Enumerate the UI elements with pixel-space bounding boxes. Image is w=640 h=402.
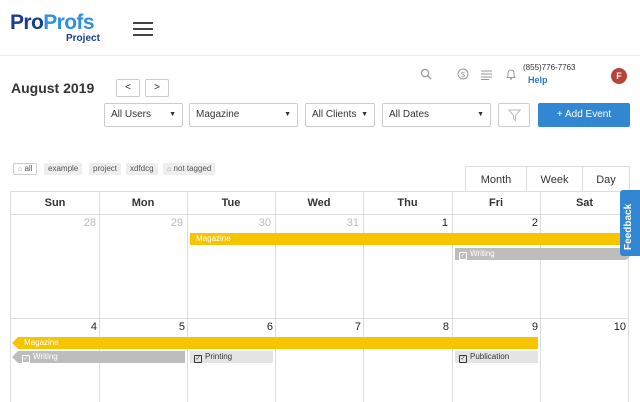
checkbox-icon: ✓ <box>459 252 467 260</box>
bell-icon[interactable] <box>506 68 516 83</box>
day-number[interactable]: 6 <box>187 321 273 333</box>
grid-line <box>540 191 541 402</box>
tag-all[interactable]: ⌂ all <box>13 163 38 175</box>
day-number[interactable]: 4 <box>11 321 97 333</box>
grid-line <box>10 318 629 319</box>
tag-xdfdcg[interactable]: xdfdcg <box>126 163 158 175</box>
project-select-value: Magazine <box>196 109 240 120</box>
event-label: Writing <box>470 249 495 258</box>
checkbox-icon: ✓ <box>459 355 467 363</box>
clients-select[interactable]: All Clients ▼ <box>305 103 375 127</box>
day-number[interactable]: 8 <box>363 321 449 333</box>
next-month-button[interactable]: > <box>145 79 169 97</box>
weekday-header: Tue <box>221 197 241 209</box>
feedback-tab[interactable]: Feedback <box>620 190 640 256</box>
event-bar[interactable]: ✓ Writing <box>18 351 185 363</box>
logo-text-profs: Profs <box>43 11 94 34</box>
chevron-down-icon: ▼ <box>361 111 368 118</box>
dollar-icon[interactable]: $ <box>457 68 469 83</box>
logo-text-pro: Pro <box>10 11 44 34</box>
svg-text:$: $ <box>460 70 465 79</box>
chevron-down-icon: ▼ <box>477 111 484 118</box>
day-number[interactable]: 1 <box>362 217 448 229</box>
prev-month-button[interactable]: < <box>116 79 140 97</box>
weekday-header: Sun <box>44 197 66 209</box>
logo[interactable]: ProProfs <box>10 11 95 35</box>
tag-label: not tagged <box>173 164 212 173</box>
tag-icon: ⌂ <box>167 166 172 173</box>
event-label: Publication <box>470 352 510 361</box>
day-number[interactable]: 9 <box>452 321 538 333</box>
tag-not-tagged[interactable]: ⌂ not tagged <box>163 163 216 175</box>
search-icon[interactable] <box>420 68 432 83</box>
header-divider <box>0 55 640 56</box>
tag-example[interactable]: example <box>44 163 83 175</box>
day-number[interactable]: 7 <box>275 321 361 333</box>
tag-project[interactable]: project <box>89 163 122 175</box>
weekday-header: Fri <box>488 197 504 209</box>
tab-day[interactable]: Day <box>582 166 630 192</box>
event-bar[interactable]: ✓ Writing <box>455 248 630 260</box>
event-bar[interactable]: ✓ Publication <box>455 351 538 363</box>
tag-icon: ⌂ <box>18 166 23 173</box>
event-bar[interactable]: Magazine <box>18 337 538 349</box>
menu-icon[interactable] <box>133 22 153 37</box>
help-link[interactable]: Help <box>528 75 548 85</box>
users-select[interactable]: All Users ▼ <box>104 103 183 127</box>
month-title: August 2019 <box>11 80 95 96</box>
dates-select[interactable]: All Dates ▼ <box>382 103 491 127</box>
filter-icon <box>508 109 521 122</box>
project-select[interactable]: Magazine ▼ <box>189 103 298 127</box>
day-number[interactable]: 5 <box>99 321 185 333</box>
feedback-label: Feedback <box>623 203 634 250</box>
continuation-arrow <box>12 351 18 363</box>
checkbox-icon: ✓ <box>22 355 30 363</box>
continuation-arrow <box>12 337 18 349</box>
day-number[interactable]: 2 <box>452 217 538 229</box>
tab-week[interactable]: Week <box>526 166 583 192</box>
weekday-header: Mon <box>131 197 155 209</box>
tab-month[interactable]: Month <box>465 166 527 192</box>
chevron-down-icon: ▼ <box>284 111 291 118</box>
users-select-value: All Users <box>111 109 152 120</box>
dates-select-value: All Dates <box>389 109 430 120</box>
event-label: Printing <box>205 352 233 361</box>
chevron-down-icon: ▼ <box>169 111 176 118</box>
event-bar[interactable]: ✓ Printing <box>190 351 273 363</box>
day-number[interactable]: 10 <box>540 321 626 333</box>
add-event-button[interactable]: + Add Event <box>538 103 630 127</box>
day-number[interactable]: 30 <box>185 217 271 229</box>
list-icon[interactable] <box>481 69 492 83</box>
day-number[interactable]: 28 <box>10 217 96 229</box>
checkbox-icon: ✓ <box>194 355 202 363</box>
day-number[interactable]: 29 <box>97 217 183 229</box>
avatar[interactable]: F <box>611 68 627 84</box>
event-bar[interactable]: Magazine <box>190 233 630 245</box>
event-label: Writing <box>33 352 58 361</box>
phone-number: (855)776-7763 <box>523 63 576 72</box>
weekday-header: Sat <box>575 197 594 209</box>
tag-label: all <box>24 164 33 173</box>
logo-subtitle: Project <box>66 33 100 44</box>
clients-select-value: All Clients <box>312 109 357 120</box>
filter-button[interactable] <box>498 103 530 127</box>
weekday-header: Wed <box>307 197 331 209</box>
weekday-header: Thu <box>397 197 418 209</box>
day-number[interactable]: 31 <box>273 217 359 229</box>
